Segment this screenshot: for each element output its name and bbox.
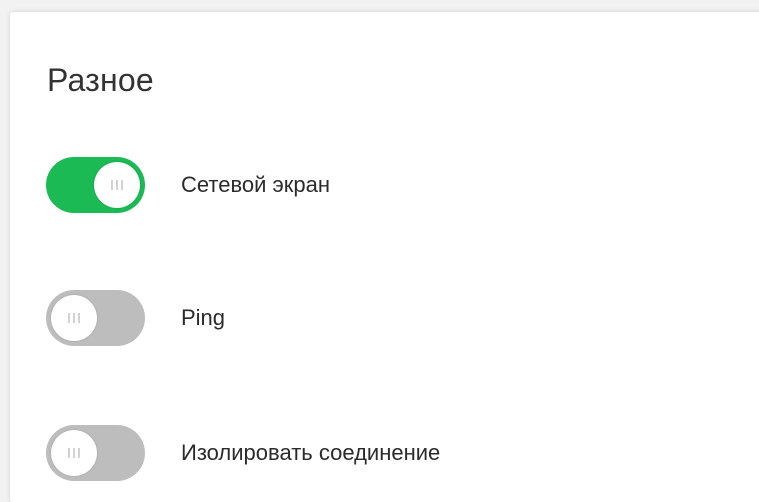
firewall-toggle[interactable] bbox=[46, 157, 145, 213]
settings-card: Разное Сетевой экран Ping Изолировать со… bbox=[10, 12, 759, 502]
toggle-knob bbox=[51, 430, 97, 476]
section-title: Разное bbox=[47, 62, 154, 98]
isolate-connection-toggle[interactable] bbox=[46, 425, 145, 481]
ping-toggle[interactable] bbox=[46, 290, 145, 346]
toggle-row-firewall: Сетевой экран bbox=[46, 155, 696, 215]
toggle-row-isolate-connection: Изолировать соединение bbox=[46, 423, 696, 483]
toggle-knob bbox=[94, 162, 140, 208]
toggle-row-ping: Ping bbox=[46, 288, 696, 348]
firewall-label: Сетевой экран bbox=[181, 172, 331, 197]
grip-icon bbox=[111, 180, 123, 190]
toggle-knob bbox=[51, 295, 97, 341]
ping-label: Ping bbox=[181, 305, 226, 330]
grip-icon bbox=[68, 313, 80, 323]
isolate-connection-label: Изолировать соединение bbox=[181, 440, 441, 465]
grip-icon bbox=[68, 448, 80, 458]
